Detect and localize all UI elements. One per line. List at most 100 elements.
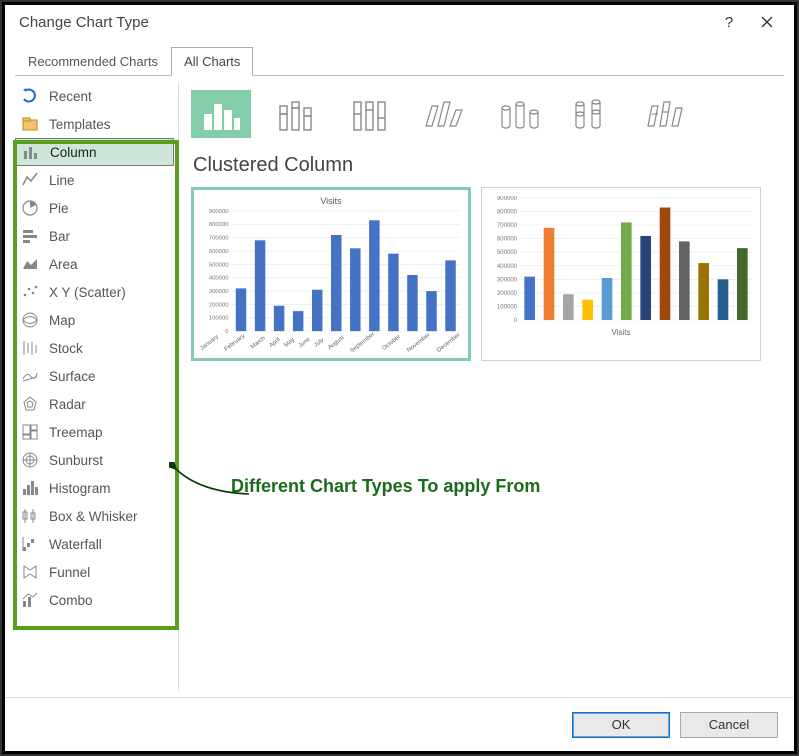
svg-text:100000: 100000 [209,316,229,322]
tab-all-charts[interactable]: All Charts [171,47,253,76]
sidebar-item-label: Surface [49,369,96,384]
sidebar-item-label: Bar [49,229,70,244]
funnel-icon [21,563,39,581]
tab-recommended-charts[interactable]: Recommended Charts [15,47,171,76]
stock-icon [21,339,39,357]
ok-button[interactable]: OK [572,712,670,738]
svg-text:800000: 800000 [209,222,229,228]
line-icon [21,171,39,189]
chart-subtype-0[interactable] [191,90,251,138]
chart-subtype-5[interactable] [561,90,621,138]
sidebar-item-histogram[interactable]: Histogram [15,474,174,502]
svg-text:800000: 800000 [497,210,518,216]
templates-icon [21,115,39,133]
x-y-scatter--icon [21,283,39,301]
sidebar-item-radar[interactable]: Radar [15,390,174,418]
svg-text:500000: 500000 [209,262,229,268]
chart-preview-1[interactable]: Visits 0 100000 200000 300000 400000 500000 60… [191,187,471,361]
sidebar-item-box-whisker[interactable]: Box & Whisker [15,502,174,530]
change-chart-type-dialog: Change Chart Type ? Recommended Charts A… [5,5,794,751]
recent-icon [21,87,39,105]
annotation-frame: Change Chart Type ? Recommended Charts A… [2,2,797,754]
bar-icon [21,227,39,245]
sidebar-item-column[interactable]: Column [15,138,174,166]
preview-x-axis: Visits [486,328,756,337]
histogram-icon [21,479,39,497]
sidebar-item-label: Radar [49,397,86,412]
svg-text:300000: 300000 [497,277,518,283]
svg-text:200000: 200000 [209,302,229,308]
sidebar-item-map[interactable]: Map [15,306,174,334]
chart-subtype-name: Clustered Column [193,154,784,177]
svg-text:400000: 400000 [497,264,518,270]
dialog-footer: OK Cancel [5,697,794,751]
sidebar-item-label: Funnel [49,565,90,580]
svg-text:100000: 100000 [497,304,518,310]
waterfall-icon [21,535,39,553]
surface-icon [21,367,39,385]
svg-text:600000: 600000 [209,249,229,255]
treemap-icon [21,423,39,441]
sidebar-item-x-y-scatter-[interactable]: X Y (Scatter) [15,278,174,306]
sidebar-item-label: Templates [49,117,111,132]
sidebar-item-sunburst[interactable]: Sunburst [15,446,174,474]
svg-text:400000: 400000 [209,276,229,282]
preview-x-labels: JanuaryFebruaryMarchAprilMayJuneJulyAugu… [198,340,464,346]
svg-text:600000: 600000 [497,237,518,243]
chart-category-sidebar: Recent Templates Column Line Pie Bar Area X Y (… [15,82,179,691]
sidebar-item-bar[interactable]: Bar [15,222,174,250]
svg-text:200000: 200000 [497,291,518,297]
tab-divider [15,75,784,76]
titlebar: Change Chart Type ? [5,5,794,39]
sidebar-item-label: Histogram [49,481,111,496]
sidebar-item-label: Stock [49,341,83,356]
sidebar-item-recent[interactable]: Recent [15,82,174,110]
dialog-title: Change Chart Type [19,14,710,31]
svg-text:0: 0 [514,318,518,324]
annotation-label: Different Chart Types To apply From [231,476,540,497]
sidebar-item-combo[interactable]: Combo [15,586,174,614]
sidebar-item-line[interactable]: Line [15,166,174,194]
svg-text:900000: 900000 [209,209,229,215]
sidebar-item-label: Column [50,145,97,160]
chart-subtype-4[interactable] [487,90,547,138]
chart-subtype-6[interactable] [635,90,695,138]
area-icon [21,255,39,273]
tabs-row: Recommended Charts All Charts [5,39,794,76]
sidebar-item-funnel[interactable]: Funnel [15,558,174,586]
svg-text:300000: 300000 [209,289,229,295]
sidebar-item-surface[interactable]: Surface [15,362,174,390]
svg-text:900000: 900000 [497,196,518,202]
chart-subtype-2[interactable] [339,90,399,138]
close-icon [760,15,774,29]
sidebar-item-label: Pie [49,201,69,216]
svg-text:0: 0 [225,329,229,335]
svg-text:700000: 700000 [497,223,518,229]
sidebar-item-area[interactable]: Area [15,250,174,278]
chart-subtype-3[interactable] [413,90,473,138]
sidebar-item-label: Box & Whisker [49,509,138,524]
sidebar-item-templates[interactable]: Templates [15,110,174,138]
chart-preview-2[interactable]: 0100000200000300000400000500000600000700… [481,187,761,361]
close-button[interactable] [748,8,786,36]
box-whisker-icon [21,507,39,525]
sidebar-item-label: Treemap [49,425,103,440]
combo-icon [21,591,39,609]
sidebar-item-label: Sunburst [49,453,103,468]
sunburst-icon [21,451,39,469]
chart-subtype-1[interactable] [265,90,325,138]
sidebar-item-pie[interactable]: Pie [15,194,174,222]
sidebar-item-label: Map [49,313,75,328]
column-icon [22,143,40,161]
sidebar-item-label: Area [49,257,78,272]
help-button[interactable]: ? [710,8,748,36]
sidebar-item-label: Recent [49,89,92,104]
sidebar-item-waterfall[interactable]: Waterfall [15,530,174,558]
sidebar-item-label: X Y (Scatter) [49,285,126,300]
main-panel: Clustered Column Visits 0 100000 200000 300… [179,82,784,691]
sidebar-item-stock[interactable]: Stock [15,334,174,362]
preview-title: Visits [198,196,464,206]
sidebar-item-treemap[interactable]: Treemap [15,418,174,446]
cancel-button[interactable]: Cancel [680,712,778,738]
sidebar-item-label: Line [49,173,75,188]
